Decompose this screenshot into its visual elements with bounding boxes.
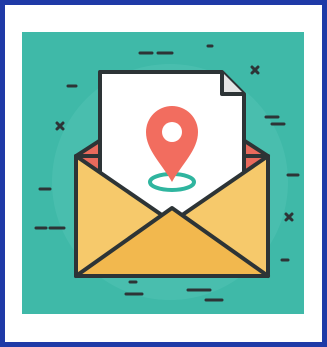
location-pin-icon: [146, 106, 198, 192]
illustration-tile: [22, 32, 304, 314]
image-frame: [0, 0, 327, 347]
envelope-location-illustration: [22, 32, 304, 314]
pin-hole: [162, 122, 182, 142]
